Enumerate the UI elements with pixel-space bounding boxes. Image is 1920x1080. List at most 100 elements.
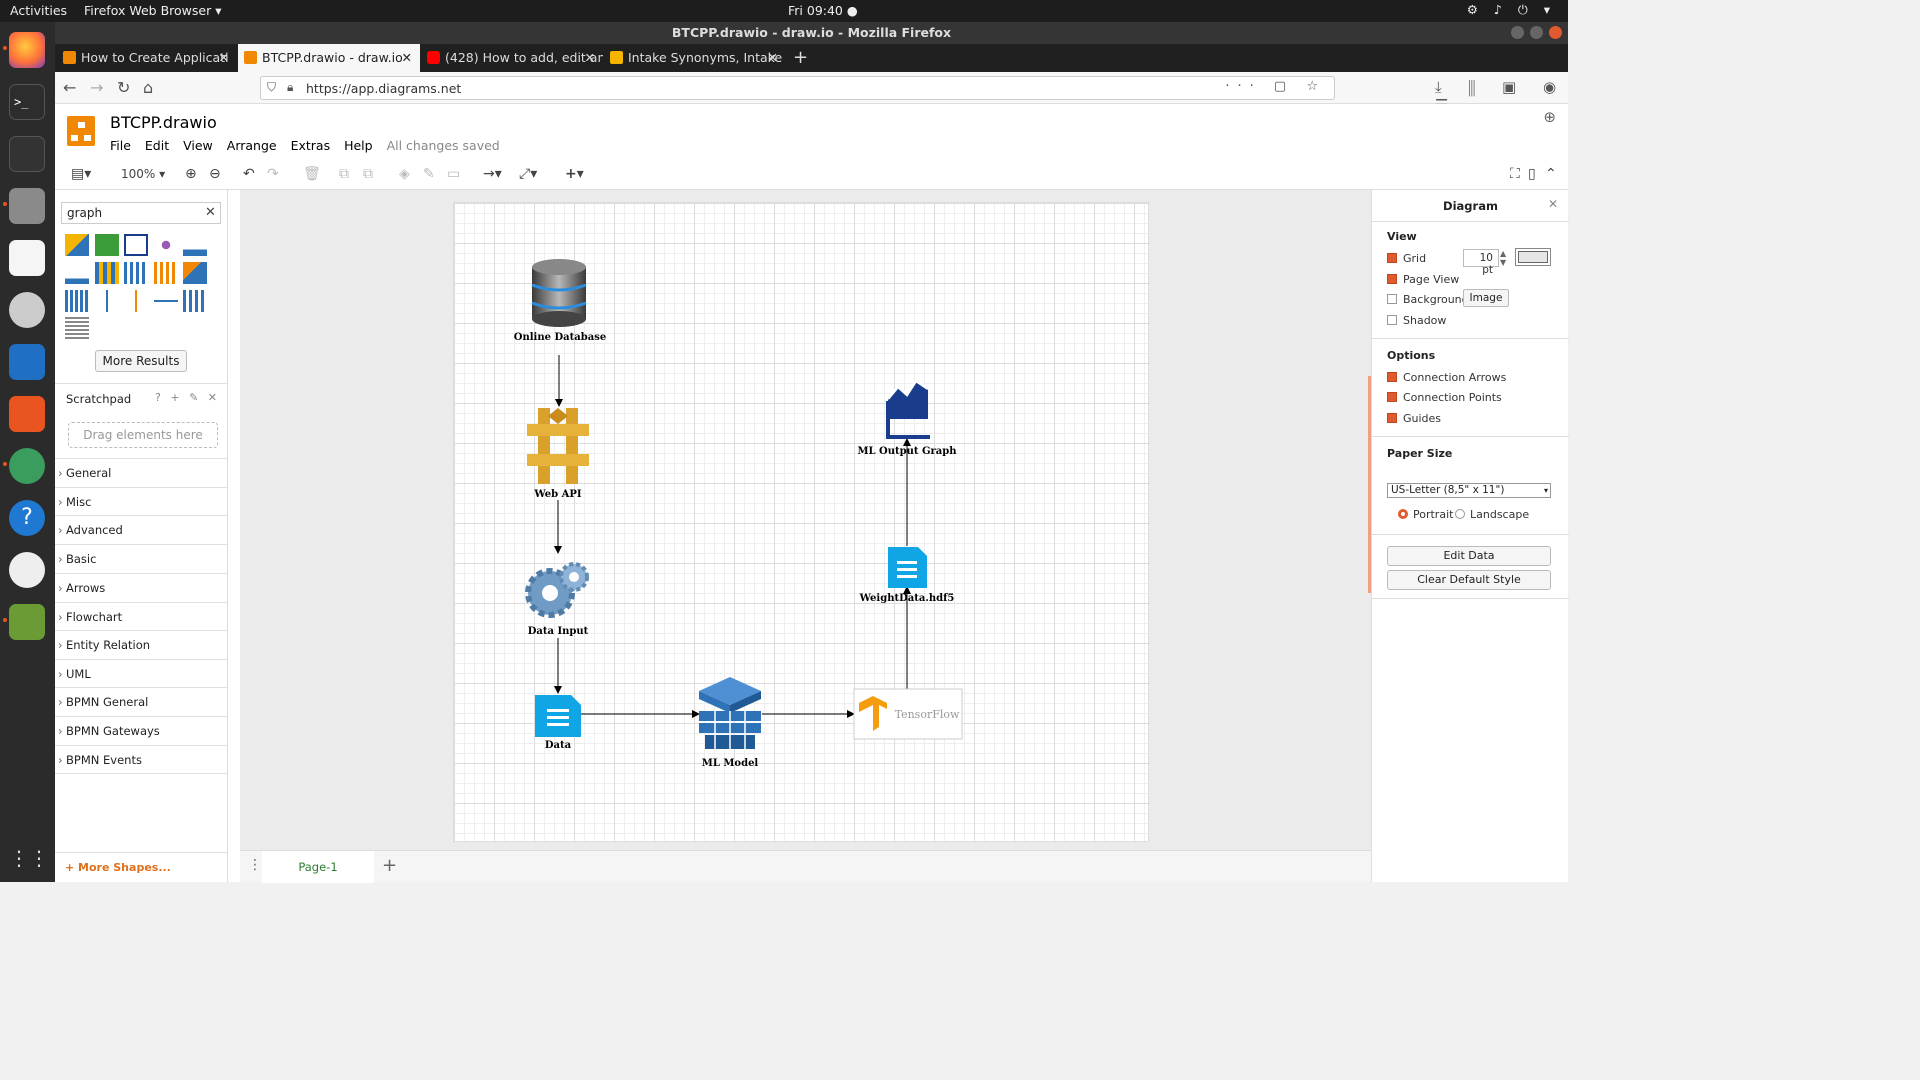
delete-icon[interactable]: 🗑︎ [303,166,321,182]
close-tab-icon[interactable]: ✕ [402,44,412,72]
diagram-canvas[interactable]: Online Database Web API Data Input Data … [240,190,1371,882]
shape-search-input[interactable]: graph [61,202,221,224]
address-bar[interactable]: ⛉ 🔒︎ https://app.diagrams.net ··· ▢ ☆ [260,76,1335,100]
tab-intake-synonyms[interactable]: Intake Synonyms, Intake ✕ [604,44,786,72]
more-shapes-button[interactable]: + More Shapes... [55,852,228,882]
help-icon[interactable]: ? [9,500,45,536]
maximize-icon[interactable] [1530,26,1543,39]
shadow-icon[interactable]: ▭ [447,166,460,182]
menu-arrange[interactable]: Arrange [227,138,277,153]
format-toggle-icon[interactable]: ▯ [1528,166,1536,182]
shape-result-area-chart-icon[interactable] [183,234,207,256]
category-general[interactable]: General [55,458,228,487]
software-icon[interactable] [9,396,45,432]
updater-icon[interactable] [9,552,45,588]
undo-icon[interactable]: ↶ [243,166,255,182]
page-actions[interactable]: ··· ▢ ☆ [1225,79,1326,94]
lock-icon[interactable]: 🔒︎ [287,80,293,95]
guides-checkbox[interactable]: Guides [1387,412,1441,425]
category-bpmn-general[interactable]: BPMN General [55,687,228,716]
shape-result-stacked-chart-icon[interactable] [154,262,178,284]
portrait-radio[interactable]: Portrait [1398,508,1453,521]
scratchpad-tools[interactable]: ? + ✎ ✕ [155,391,220,404]
background-checkbox[interactable]: Background [1387,293,1469,306]
shape-result-network-icon[interactable] [154,234,178,256]
atom-icon[interactable] [9,448,45,484]
edit-data-button[interactable]: Edit Data [1387,546,1551,566]
clear-search-icon[interactable]: ✕ [205,205,216,220]
connection-style-icon[interactable]: →▾ [483,166,502,182]
connection-arrows-checkbox[interactable]: Connection Arrows [1387,371,1506,384]
shape-result-bar-icon[interactable] [124,290,148,312]
pages-menu-icon[interactable]: ⋮ [248,857,262,873]
writer-icon[interactable] [9,344,45,380]
close-tab-icon[interactable]: ✕ [585,44,595,72]
shape-result-chart-icon[interactable] [65,234,89,256]
node-online-database[interactable]: Online Database [514,259,606,343]
zoom-out-icon[interactable]: ⊖ [209,166,221,182]
image-viewer-icon[interactable] [9,604,45,640]
category-misc[interactable]: Misc [55,487,228,516]
more-results-button[interactable]: More Results [95,350,187,372]
paper-size-select[interactable]: US-Letter (8,5" x 11") ▾ [1387,483,1551,498]
activities-button[interactable]: Activities [10,3,67,18]
minimize-icon[interactable] [1511,26,1524,39]
shape-result-bar-icon[interactable] [95,290,119,312]
category-advanced[interactable]: Advanced [55,515,228,544]
url-text[interactable]: https://app.diagrams.net [306,81,461,96]
grid-checkbox[interactable]: Grid [1387,252,1426,265]
connection-points-checkbox[interactable]: Connection Points [1387,391,1502,404]
node-tensorflow[interactable]: TensorFlow [853,688,963,740]
close-panel-icon[interactable]: ✕ [1548,197,1558,211]
home-icon[interactable]: ⌂ [143,78,153,97]
collapse-icon[interactable]: ⌃ [1545,166,1557,182]
node-ml-model[interactable]: ML Model [699,677,761,769]
close-tab-icon[interactable]: ✕ [219,44,229,72]
show-apps-icon[interactable]: ⋮⋮⋮ [9,840,69,876]
node-web-api[interactable]: Web API [527,408,589,500]
category-flowchart[interactable]: Flowchart [55,602,228,631]
close-tab-icon[interactable]: ✕ [768,44,778,72]
menu-extras[interactable]: Extras [291,138,331,153]
shape-result-wave-chart-icon[interactable] [65,262,89,284]
shape-result-timeline-icon[interactable] [154,290,178,312]
category-bpmn-gateways[interactable]: BPMN Gateways [55,716,228,745]
shadow-checkbox[interactable]: Shadow [1387,314,1446,327]
shape-result-bar-chart-icon[interactable] [95,262,119,284]
shape-result-grouped-chart-icon[interactable] [183,290,207,312]
category-entity-relation[interactable]: Entity Relation [55,630,228,659]
diagram-svg[interactable]: Online Database Web API Data Input Data … [454,203,1150,843]
shape-result-tree-icon[interactable] [65,317,89,339]
tab-drawio-guide[interactable]: How to Create Applicati ✕ [57,44,237,72]
app-menu[interactable]: Firefox Web Browser ▾ [84,3,221,18]
page-tab-1[interactable]: Page-1 [262,851,374,883]
rhythmbox-icon[interactable] [9,292,45,328]
menu-edit[interactable]: Edit [145,138,169,153]
fullscreen-icon[interactable]: ⛶ [1510,166,1520,182]
waypoints-icon[interactable]: ⤢▾ [519,166,537,182]
menu-help[interactable]: Help [344,138,373,153]
language-globe-icon[interactable]: ⊕ [1543,108,1556,126]
save-status[interactable]: All changes saved [387,138,500,153]
category-bpmn-events[interactable]: BPMN Events [55,745,228,774]
new-tab-button[interactable]: + [793,44,808,72]
node-data[interactable]: Data [535,695,581,751]
system-tray[interactable]: ⚙ ♪ ⏻ ▾ [1467,2,1556,18]
insert-icon[interactable]: +▾ [565,166,584,182]
tracking-shield-icon[interactable]: ⛉ [267,80,276,95]
category-arrows[interactable]: Arrows [55,573,228,602]
close-window-icon[interactable] [1549,26,1562,39]
forward-icon[interactable]: → [90,78,103,97]
shape-result-3d-chart-icon[interactable] [183,262,207,284]
node-weight-data[interactable]: WeightData.hdf5 [859,547,955,604]
back-icon[interactable]: ← [63,78,76,97]
clear-default-style-button[interactable]: Clear Default Style [1387,570,1551,590]
grid-color-button[interactable] [1515,248,1551,266]
format-panel-toggle-icon[interactable]: ▤▾ [71,166,91,182]
to-back-icon[interactable]: ⧉ [363,166,373,182]
menu-file[interactable]: File [110,138,131,153]
document-title[interactable]: BTCPP.drawio [110,113,217,132]
redo-icon[interactable]: ↷ [267,166,279,182]
scratchpad-dropzone[interactable]: Drag elements here [68,422,218,448]
menu-view[interactable]: View [183,138,213,153]
